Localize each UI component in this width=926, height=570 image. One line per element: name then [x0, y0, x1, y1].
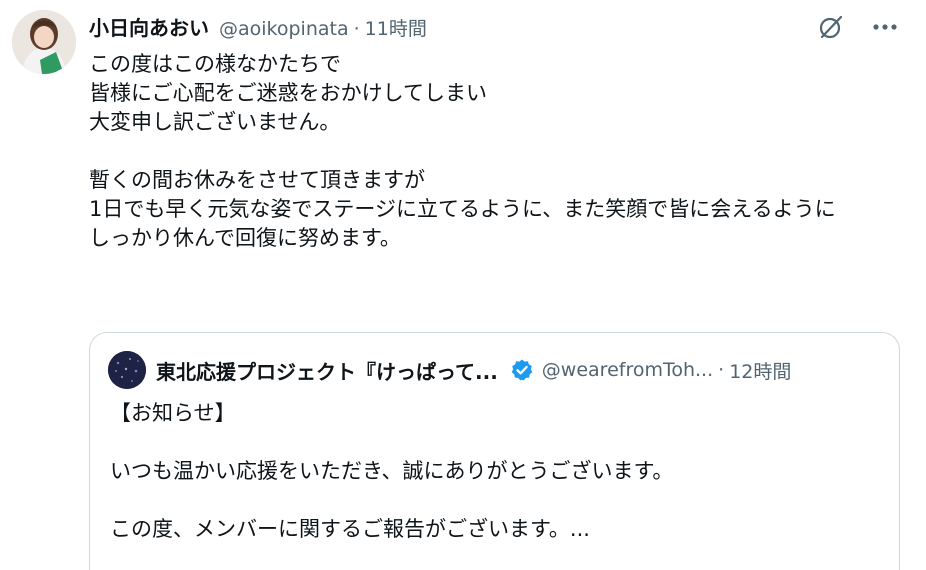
quoted-tweet-header: 東北応援プロジェクト『けっぱって... @wearefromToh... · 1… [108, 351, 883, 389]
tweet-text-line: 1日でも早く元気な姿でステージに立てるように、また笑顔で皆に会えるように [89, 197, 836, 221]
tweet-text-line [89, 137, 911, 166]
quoted-text-line: いつも温かい応援をいただき、誠にありがとうございます。 [110, 459, 674, 483]
verified-badge-icon [510, 358, 534, 382]
tweet-text-line: この度はこの様なかたちで [89, 52, 341, 76]
grok-icon[interactable] [814, 12, 848, 42]
quoted-tweet[interactable]: 東北応援プロジェクト『けっぱって... @wearefromToh... · 1… [89, 332, 900, 570]
separator-dot: · [718, 359, 725, 381]
tweet-text-line: 皆様にご心配をご迷惑をおかけしてしまい [89, 81, 487, 105]
more-icon[interactable] [868, 12, 902, 42]
display-name[interactable]: 小日向あおい [89, 12, 209, 41]
quoted-text-line: この度、メンバーに関するご報告がございます。... [110, 517, 590, 541]
quoted-text-line: 【お知らせ】 [110, 401, 236, 425]
user-handle[interactable]: @aoikopinata [219, 18, 349, 40]
quoted-user-handle[interactable]: @wearefromToh... [542, 359, 713, 381]
quoted-timestamp[interactable]: 12時間 [729, 357, 791, 384]
tweet-text-line: 大変申し訳ございません。 [89, 110, 341, 134]
timestamp[interactable]: 11時間 [365, 14, 427, 41]
tweet: 小日向あおい @aoikopinata · 11時間 この度はこの様なかたちで … [0, 0, 926, 570]
header-actions [814, 12, 902, 42]
quoted-display-name[interactable]: 東北応援プロジェクト『けっぱって... [156, 356, 498, 385]
tweet-text-line: しっかり休んで回復に努めます。 [89, 226, 401, 250]
tweet-text-line: 暫くの間お休みをさせて頂きますが [89, 168, 425, 192]
quoted-text-line [110, 428, 880, 457]
tweet-header: 小日向あおい @aoikopinata · 11時間 [89, 12, 427, 42]
quoted-avatar[interactable] [108, 351, 146, 389]
tweet-text: この度はこの様なかたちで 皆様にご心配をご迷惑をおかけしてしまい 大変申し訳ござ… [89, 50, 911, 253]
quoted-text-line [110, 486, 880, 515]
avatar[interactable] [12, 10, 76, 74]
quoted-tweet-text: 【お知らせ】 いつも温かい応援をいただき、誠にありがとうございます。 この度、メ… [110, 399, 880, 544]
separator-dot: · [353, 18, 360, 40]
